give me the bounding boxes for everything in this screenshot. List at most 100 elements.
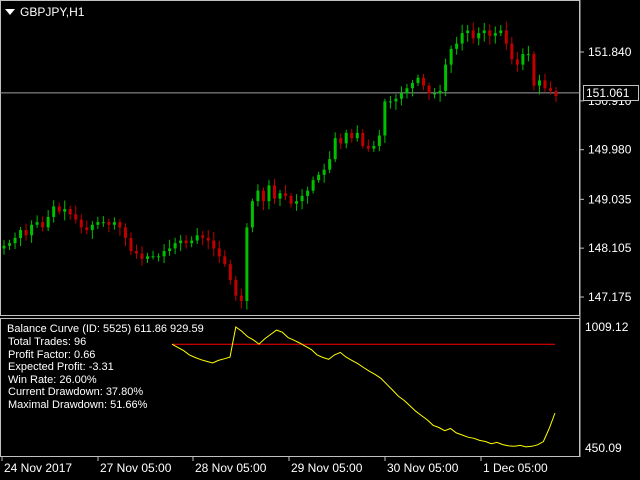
bear-candle xyxy=(212,240,216,249)
bull-candle xyxy=(405,88,409,94)
bull-candle xyxy=(416,77,420,83)
bull-candle xyxy=(482,30,486,34)
price-tick-label: 151.840 xyxy=(588,45,632,59)
bear-candle xyxy=(68,209,72,215)
bull-candle xyxy=(306,190,310,196)
bear-candle xyxy=(554,90,558,97)
bear-candle xyxy=(284,193,288,196)
bear-candle xyxy=(223,256,227,265)
bull-candle xyxy=(438,90,442,94)
bear-candle xyxy=(532,54,536,86)
bear-candle xyxy=(350,132,354,139)
bear-candle xyxy=(184,240,188,244)
bear-candle xyxy=(471,30,475,39)
bull-candle xyxy=(245,227,249,301)
bull-candle xyxy=(322,169,326,175)
bull-candle xyxy=(444,64,448,91)
chart-menu-arrow-icon[interactable] xyxy=(5,9,15,15)
bull-candle xyxy=(328,159,332,170)
bull-candle xyxy=(455,43,459,49)
bull-candle xyxy=(35,222,39,225)
bear-candle xyxy=(234,279,238,296)
balance-curve-line xyxy=(171,326,556,448)
bear-candle xyxy=(488,30,492,36)
bear-candle xyxy=(228,264,232,280)
bear-candle xyxy=(504,30,508,44)
bull-candle xyxy=(190,240,194,244)
bull-candle xyxy=(278,193,282,199)
bear-candle xyxy=(289,195,293,204)
trade-stats-panel: Total Trades: 96 Profit Factor: 0.66 Exp… xyxy=(8,336,147,411)
bull-candle xyxy=(173,243,177,249)
bull-candle xyxy=(537,80,541,86)
bull-candle xyxy=(8,243,12,246)
bear-candle xyxy=(217,248,221,257)
bull-candle xyxy=(466,30,470,34)
bear-candle xyxy=(85,227,89,231)
bull-candle xyxy=(151,256,155,258)
bull-candle xyxy=(460,33,464,44)
bull-candle xyxy=(90,224,94,231)
bear-candle xyxy=(201,235,205,238)
bull-candle xyxy=(112,222,116,225)
bear-candle xyxy=(206,237,210,241)
bull-candle xyxy=(256,190,260,202)
price-scale: 151.840150.910149.980149.035148.105147.1… xyxy=(580,45,632,304)
bear-candle xyxy=(41,222,45,228)
bull-candle xyxy=(179,240,183,244)
bull-candle xyxy=(410,82,414,89)
bull-candle xyxy=(2,245,6,249)
bull-candle xyxy=(52,206,56,217)
bull-candle xyxy=(267,185,271,202)
indicator-scale-label: 450.09 xyxy=(585,441,622,455)
price-tick-label: 149.035 xyxy=(588,192,632,206)
bear-candle xyxy=(134,251,138,254)
bear-candle xyxy=(361,132,365,147)
bear-candle xyxy=(24,230,28,236)
bull-candle xyxy=(333,138,337,160)
bear-candle xyxy=(422,77,426,86)
bull-candle xyxy=(383,101,387,136)
stat-current-drawdown: Current Drawdown: 37.80% xyxy=(8,386,144,398)
bull-candle xyxy=(317,174,321,181)
bull-candle xyxy=(46,216,50,228)
bull-candle xyxy=(311,180,315,191)
bear-candle xyxy=(339,138,343,144)
bull-candle xyxy=(162,251,166,257)
bull-candle xyxy=(372,146,376,149)
bull-candle xyxy=(388,101,392,103)
bull-candle xyxy=(493,33,497,36)
bear-candle xyxy=(239,295,243,301)
bull-candle xyxy=(521,54,525,65)
indicator-title: Balance Curve (ID: 5525) 611.86 929.59 xyxy=(7,323,204,335)
bear-candle xyxy=(74,214,78,220)
stat-maximal-drawdown: Maximal Drawdown: 51.66% xyxy=(8,398,148,411)
bull-candle xyxy=(13,237,17,244)
bull-candle xyxy=(295,201,299,204)
stat-win-rate: Win Rate: 26.00% xyxy=(8,373,97,386)
time-tick-label: 27 Nov 05:00 xyxy=(100,461,172,475)
bull-candle xyxy=(355,132,359,139)
price-tick-label: 148.105 xyxy=(588,241,632,255)
bull-candle xyxy=(399,93,403,99)
stat-profit-factor: Profit Factor: 0.66 xyxy=(8,348,96,361)
bear-candle xyxy=(57,206,61,212)
bear-candle xyxy=(515,59,519,65)
bear-candle xyxy=(543,80,547,89)
time-tick-label: 29 Nov 05:00 xyxy=(291,461,363,475)
bear-candle xyxy=(366,146,370,149)
current-price-tag: 151.061 xyxy=(583,84,639,101)
bull-candle xyxy=(526,54,530,56)
bull-candle xyxy=(344,132,348,144)
time-tick-label: 1 Dec 05:00 xyxy=(483,461,548,475)
indicator-scale-label: 1009.12 xyxy=(585,320,629,334)
bull-candle xyxy=(30,224,34,236)
bear-candle xyxy=(79,219,83,228)
bear-candle xyxy=(118,222,122,228)
bull-candle xyxy=(96,222,100,225)
main-chart-border xyxy=(0,0,580,316)
price-tick-label: 147.175 xyxy=(588,290,632,304)
bull-candle xyxy=(300,195,304,202)
time-tick-label: 30 Nov 05:00 xyxy=(387,461,459,475)
bull-candle xyxy=(168,248,172,252)
